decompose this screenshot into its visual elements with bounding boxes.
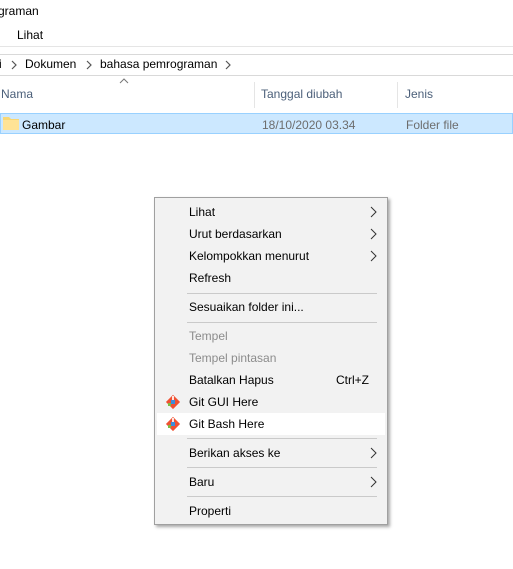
menu-separator bbox=[187, 322, 377, 323]
menu-item-view[interactable]: Lihat bbox=[157, 201, 385, 223]
menu-item-label: Refresh bbox=[189, 271, 232, 285]
table-row[interactable]: Gambar 18/10/2020 03.34 Folder file bbox=[0, 113, 513, 134]
window-title: graman bbox=[0, 4, 39, 18]
menu-item-undo-delete[interactable]: Batalkan Hapus Ctrl+Z bbox=[157, 369, 385, 391]
ribbon-tab-view[interactable]: Lihat bbox=[17, 28, 43, 42]
menu-item-label: Git Bash Here bbox=[189, 417, 265, 431]
sort-ascending-icon bbox=[119, 78, 129, 84]
menu-item-label: Sesuaikan folder ini... bbox=[189, 300, 304, 314]
menu-separator bbox=[187, 496, 377, 497]
breadcrumb-bahasa-pemrograman[interactable]: bahasa pemrograman bbox=[100, 57, 217, 71]
menu-item-git-gui[interactable]: Git GUI Here bbox=[157, 391, 385, 413]
menu-item-label: Git GUI Here bbox=[189, 395, 259, 409]
menu-item-sort-by[interactable]: Urut berdasarkan bbox=[157, 223, 385, 245]
menu-item-paste: Tempel bbox=[157, 325, 385, 347]
chevron-right-icon bbox=[370, 250, 377, 262]
menu-separator bbox=[187, 467, 377, 468]
folder-icon bbox=[3, 117, 19, 130]
chevron-right-icon bbox=[370, 476, 377, 488]
menu-item-give-access[interactable]: Berikan akses ke bbox=[157, 442, 385, 464]
ribbon-divider bbox=[0, 46, 513, 47]
breadcrumb-dokumen[interactable]: Dokumen bbox=[25, 57, 76, 71]
breadcrumb-fragment[interactable]: i bbox=[0, 57, 2, 71]
menu-separator bbox=[187, 293, 377, 294]
address-bar[interactable]: i Dokumen bahasa pemrograman bbox=[0, 54, 513, 76]
menu-item-paste-shortcut: Tempel pintasan bbox=[157, 347, 385, 369]
file-date: 18/10/2020 03.34 bbox=[262, 118, 356, 132]
menu-item-refresh[interactable]: Refresh bbox=[157, 267, 385, 289]
column-header-name[interactable]: Nama bbox=[1, 87, 33, 101]
menu-item-label: Lihat bbox=[189, 205, 216, 219]
file-type: Folder file bbox=[406, 118, 459, 132]
menu-item-label: Properti bbox=[189, 504, 232, 518]
menu-item-properties[interactable]: Properti bbox=[157, 500, 385, 522]
chevron-right-icon bbox=[11, 60, 17, 70]
column-header-date[interactable]: Tanggal diubah bbox=[261, 87, 342, 101]
menu-item-label: Batalkan Hapus bbox=[189, 373, 274, 387]
menu-item-customize-folder[interactable]: Sesuaikan folder ini... bbox=[157, 296, 385, 318]
context-menu: Lihat Urut berdasarkan Kelompokkan menur… bbox=[154, 197, 388, 525]
menu-item-label: Berikan akses ke bbox=[189, 446, 281, 460]
chevron-right-icon bbox=[225, 60, 231, 70]
chevron-right-icon bbox=[370, 447, 377, 459]
menu-item-label: Tempel pintasan bbox=[189, 351, 277, 365]
column-divider[interactable] bbox=[397, 82, 398, 108]
menu-item-new[interactable]: Baru bbox=[157, 471, 385, 493]
menu-separator bbox=[187, 438, 377, 439]
chevron-right-icon bbox=[86, 60, 92, 70]
menu-item-group-by[interactable]: Kelompokkan menurut bbox=[157, 245, 385, 267]
git-icon bbox=[165, 416, 181, 432]
git-icon bbox=[165, 394, 181, 410]
column-header-type[interactable]: Jenis bbox=[405, 87, 433, 101]
chevron-right-icon bbox=[370, 206, 377, 218]
menu-item-git-bash[interactable]: Git Bash Here bbox=[157, 413, 385, 435]
menu-item-label: Kelompokkan menurut bbox=[189, 249, 310, 263]
file-name[interactable]: Gambar bbox=[22, 118, 65, 132]
column-divider[interactable] bbox=[254, 82, 255, 108]
menu-item-label: Baru bbox=[189, 475, 215, 489]
chevron-right-icon bbox=[370, 228, 377, 240]
menu-item-label: Urut berdasarkan bbox=[189, 227, 282, 241]
menu-item-shortcut: Ctrl+Z bbox=[336, 373, 369, 387]
menu-item-label: Tempel bbox=[189, 329, 228, 343]
